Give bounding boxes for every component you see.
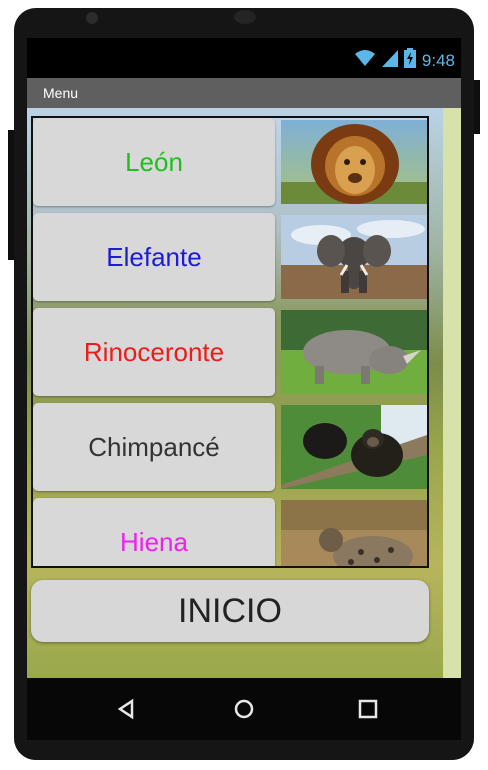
list-item: Rinoceronte — [33, 308, 427, 400]
animal-button-chimpance[interactable]: Chimpancé — [33, 403, 275, 491]
page-title: Menu — [43, 85, 79, 101]
lion-photo[interactable] — [281, 120, 427, 204]
status-bar: 9:48 — [27, 38, 461, 78]
back-icon[interactable] — [109, 692, 143, 726]
list-item: León — [33, 118, 427, 210]
phone-frame: 9:48 Menu León Elefante Rinoceronte Chim… — [14, 8, 474, 760]
animal-button-elefante[interactable]: Elefante — [33, 213, 275, 301]
animal-label: Elefante — [106, 241, 202, 272]
animal-label: Hiena — [120, 526, 188, 557]
front-camera — [234, 10, 256, 24]
nav-bar — [27, 678, 461, 740]
power-button — [474, 80, 480, 134]
speaker — [86, 12, 98, 24]
screen: 9:48 Menu León Elefante Rinoceronte Chim… — [27, 38, 461, 678]
list-item: Chimpancé — [33, 403, 427, 495]
bottom-bezel — [14, 740, 474, 760]
scroll-strip — [443, 108, 461, 678]
animal-list[interactable]: León Elefante Rinoceronte Chimpancé Hien… — [31, 116, 429, 568]
signal-icon — [381, 49, 398, 72]
battery-charging-icon — [403, 48, 416, 73]
animal-label: Chimpancé — [88, 431, 220, 462]
animal-label: León — [125, 146, 183, 177]
elephant-photo[interactable] — [281, 215, 427, 299]
inicio-button[interactable]: INICIO — [31, 580, 429, 642]
volume-button — [8, 130, 14, 260]
main-content: León Elefante Rinoceronte Chimpancé Hien… — [27, 108, 461, 678]
home-icon[interactable] — [227, 692, 261, 726]
chimpanzee-photo[interactable] — [281, 405, 427, 489]
animal-button-leon[interactable]: León — [33, 118, 275, 206]
hyena-photo[interactable] — [281, 500, 427, 566]
list-item: Hiena — [33, 498, 427, 566]
wifi-icon — [354, 49, 376, 72]
clock: 9:48 — [421, 50, 455, 70]
animal-button-rinoceronte[interactable]: Rinoceronte — [33, 308, 275, 396]
title-bar: Menu — [27, 78, 461, 108]
list-item: Elefante — [33, 213, 427, 305]
recents-icon[interactable] — [351, 692, 385, 726]
animal-button-hiena[interactable]: Hiena — [33, 498, 275, 566]
rhino-photo[interactable] — [281, 310, 427, 394]
animal-label: Rinoceronte — [83, 336, 225, 367]
inicio-label: INICIO — [178, 591, 282, 630]
